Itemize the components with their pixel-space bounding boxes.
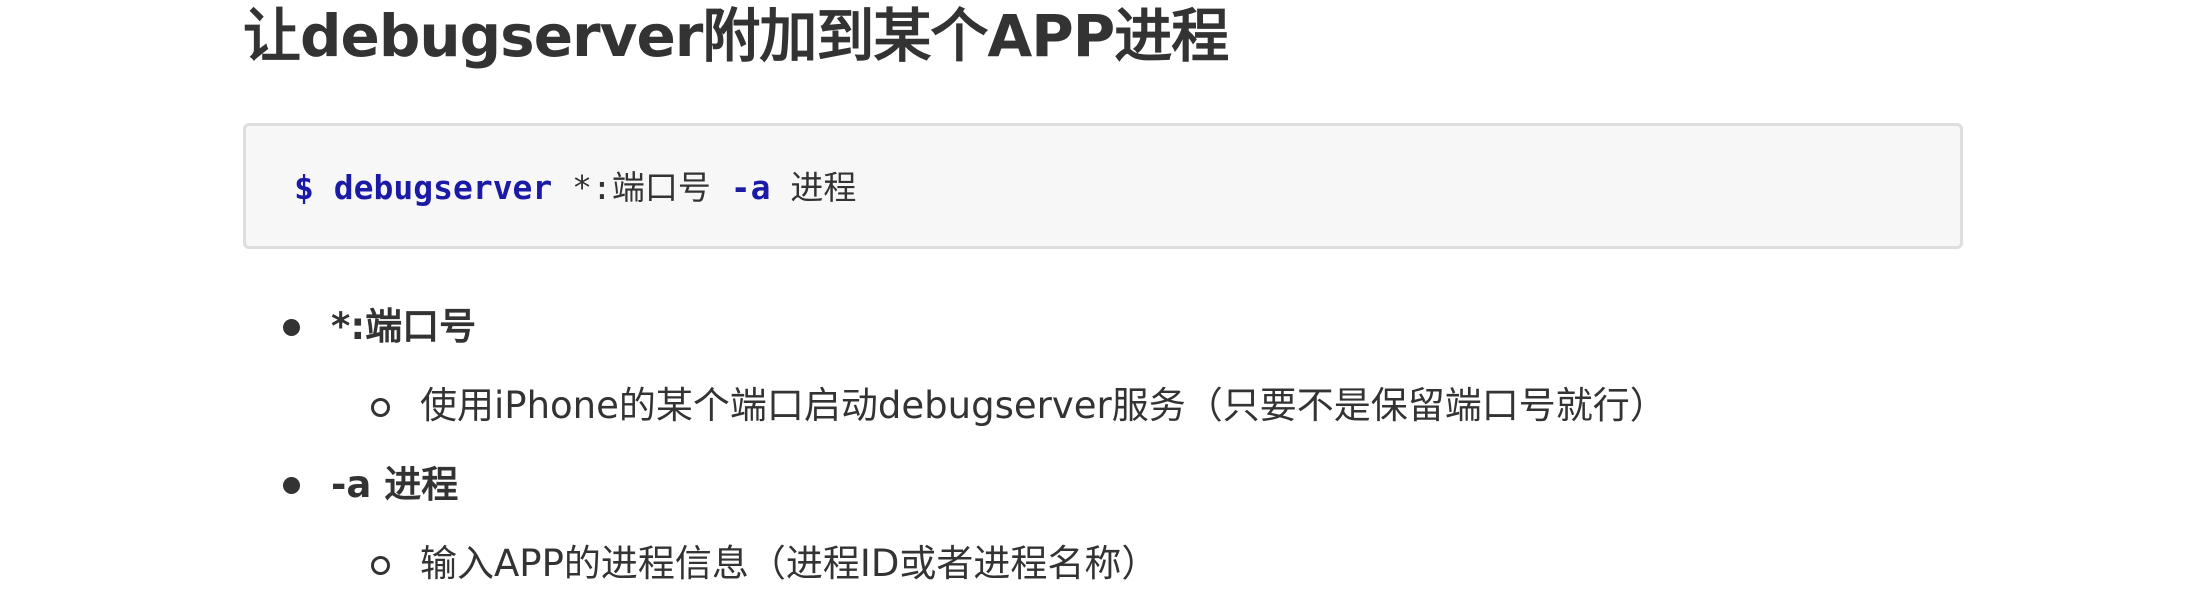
- list-bullet-icon: [283, 477, 300, 494]
- list-item-description: 输入APP的进程信息（进程ID或者进程名称）: [420, 542, 1159, 585]
- list-item-description: 使用iPhone的某个端口启动debugserver服务（只要不是保留端口号就行…: [420, 384, 1667, 427]
- list-item-label: *:端口号: [331, 305, 477, 348]
- sublist-bullet-icon: [371, 398, 390, 417]
- option-list: *:端口号 使用iPhone的某个端口启动debugserver服务（只要不是保…: [0, 0, 2210, 594]
- document-page: 让debugserver附加到某个APP进程 $ debugserver *:端…: [0, 0, 2210, 594]
- list-item-label: -a 进程: [331, 463, 459, 506]
- sublist-bullet-icon: [371, 556, 390, 575]
- list-bullet-icon: [283, 319, 300, 336]
